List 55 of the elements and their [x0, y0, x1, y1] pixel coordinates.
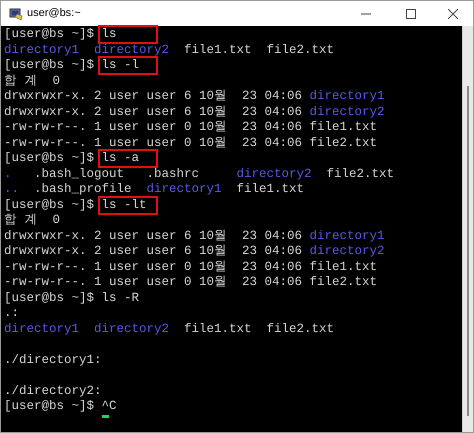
output-text: -rw-rw-r--. 1 user user 0 10월 23 04:06 [4, 120, 302, 136]
output-text: drwxrwxr-x. 2 user user 6 10월 23 04:06 [4, 228, 302, 244]
prompt-text: [user@bs ~]$ [4, 58, 94, 74]
scrollbar[interactable] [462, 26, 473, 432]
prompt-text: [user@bs ~]$ [4, 27, 94, 42]
output-text: file2.txt [326, 166, 394, 180]
directory-name: directory2 [94, 42, 170, 58]
command-text: ^C [102, 399, 117, 414]
command-text: ls -lt [100, 198, 156, 213]
terminal-icon [9, 6, 23, 20]
command-text: ls [100, 27, 156, 42]
directory-name: directory2 [310, 244, 385, 260]
output-text: drwxrwxr-x. 2 user user 6 10월 23 04:06 [4, 89, 302, 104]
output-text: file1.txt [310, 260, 378, 275]
command-text: ls -R [102, 290, 140, 306]
output-text: file2.txt [266, 42, 334, 58]
output-text: 합 계 0 [4, 213, 60, 228]
output-text: file1.txt [184, 322, 252, 337]
output-text: .: [4, 306, 20, 322]
directory-name: directory1 [4, 322, 80, 337]
prompt-text: [user@bs ~]$ [4, 151, 94, 166]
directory-name: directory2 [236, 166, 312, 180]
output-text: ./directory1: [4, 352, 102, 368]
directory-name: .. [4, 182, 20, 196]
output-text: .bash_profile [34, 182, 132, 196]
output-text: -rw-rw-r--. 1 user user 0 10월 23 04:06 [4, 260, 302, 275]
output-text: -rw-rw-r--. 1 user user 0 10월 23 04:06 [4, 136, 302, 151]
maximize-icon [406, 8, 416, 18]
prompt-text: [user@bs ~]$ [4, 198, 94, 213]
directory-name: directory2 [94, 322, 170, 337]
prompt-text: [user@bs ~]$ [4, 399, 94, 414]
output-text: 합 계 0 [4, 74, 60, 89]
prompt-text: [user@bs ~]$ [4, 290, 94, 306]
command-text: ls -l [100, 58, 156, 74]
output-text: -rw-rw-r--. 1 user user 0 10월 23 04:06 [4, 275, 302, 290]
output-text: file1.txt [236, 182, 304, 196]
output-text: drwxrwxr-x. 2 user user 6 10월 23 04:06 [4, 244, 302, 260]
directory-name: directory1 [146, 182, 222, 196]
output-text: .bash_logout [34, 166, 124, 180]
output-text: file1.txt [184, 42, 252, 58]
command-text: ls -a [100, 151, 156, 166]
directory-name: directory1 [310, 89, 385, 104]
directory-name: directory1 [310, 228, 385, 244]
directory-name: directory1 [4, 42, 80, 58]
close-icon [448, 8, 458, 18]
output-text: file2.txt [310, 275, 378, 290]
output-text: .bashrc [146, 166, 200, 180]
output-text: ./directory2: [4, 384, 102, 399]
output-text: file2.txt [266, 322, 334, 337]
output-text: file2.txt [310, 136, 378, 151]
output-text: file1.txt [310, 120, 378, 136]
directory-name: . [4, 166, 12, 180]
directory-name: directory2 [310, 104, 385, 120]
window-title: user@bs:~ [27, 6, 81, 22]
output-text: drwxrwxr-x. 2 user user 6 10월 23 04:06 [4, 104, 302, 120]
